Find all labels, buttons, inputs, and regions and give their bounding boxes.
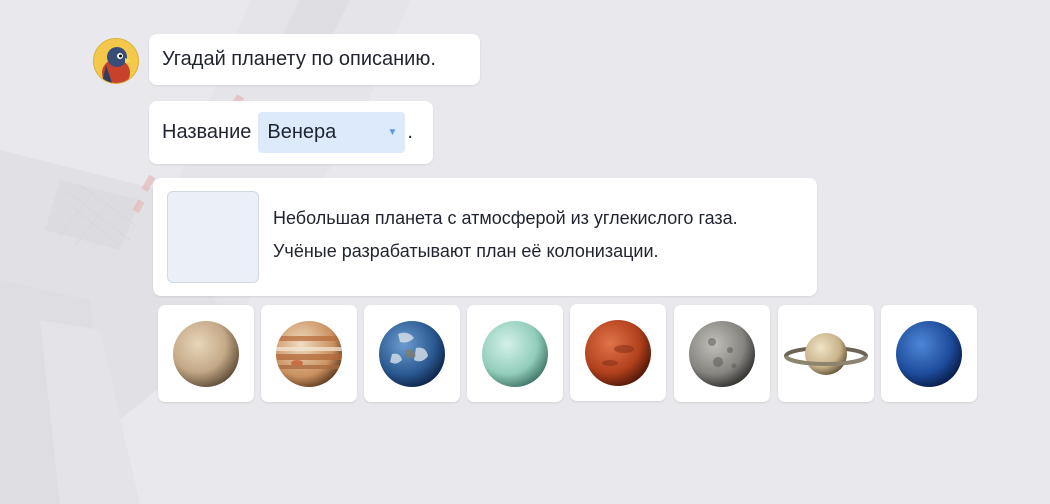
name-period: . [407, 121, 413, 143]
planet-tiles [158, 304, 980, 403]
planet-tile-venus[interactable] [158, 305, 254, 402]
neptune-planet-icon [896, 320, 962, 387]
mars-planet-icon [585, 319, 651, 386]
description-line: Учёные разрабатывают план её колонизации… [273, 241, 659, 261]
dropdown-triangle-icon: ▼ [387, 127, 398, 138]
question-bubble: Угадай планету по описанию. [149, 34, 480, 85]
saturn-planet-icon [784, 332, 868, 375]
mercury-planet-icon [689, 320, 755, 387]
description-line: Небольшая планета с атмосферой из углеки… [273, 208, 738, 228]
earth-planet-icon [379, 320, 445, 387]
planet-tile-mars[interactable] [570, 304, 666, 401]
name-label: Название [162, 121, 252, 143]
planet-name-select-value: Венера [267, 121, 337, 143]
description-bubble: Небольшая планета с атмосферой из углеки… [153, 178, 817, 296]
planet-tile-earth[interactable] [364, 305, 460, 402]
planet-name-select[interactable]: Венера ▼ [258, 112, 406, 153]
description-text: Небольшая планета с атмосферой из углеки… [273, 202, 738, 268]
planet-tile-neptune[interactable] [881, 305, 977, 402]
uranus-planet-icon [482, 320, 548, 387]
planet-tile-saturn[interactable] [778, 305, 874, 402]
name-answer-bubble: Название Венера ▼ . [149, 101, 433, 164]
planet-tile-uranus[interactable] [467, 305, 563, 402]
question-text: Угадай планету по описанию. [162, 48, 436, 70]
planet-tile-mercury[interactable] [674, 305, 770, 402]
jupiter-planet-icon [276, 320, 342, 387]
planet-drop-slot[interactable] [167, 191, 259, 283]
planet-tile-jupiter[interactable] [261, 305, 357, 402]
venus-planet-icon [173, 320, 239, 387]
bot-avatar [93, 38, 139, 84]
parrot-avatar-icon [94, 39, 138, 83]
